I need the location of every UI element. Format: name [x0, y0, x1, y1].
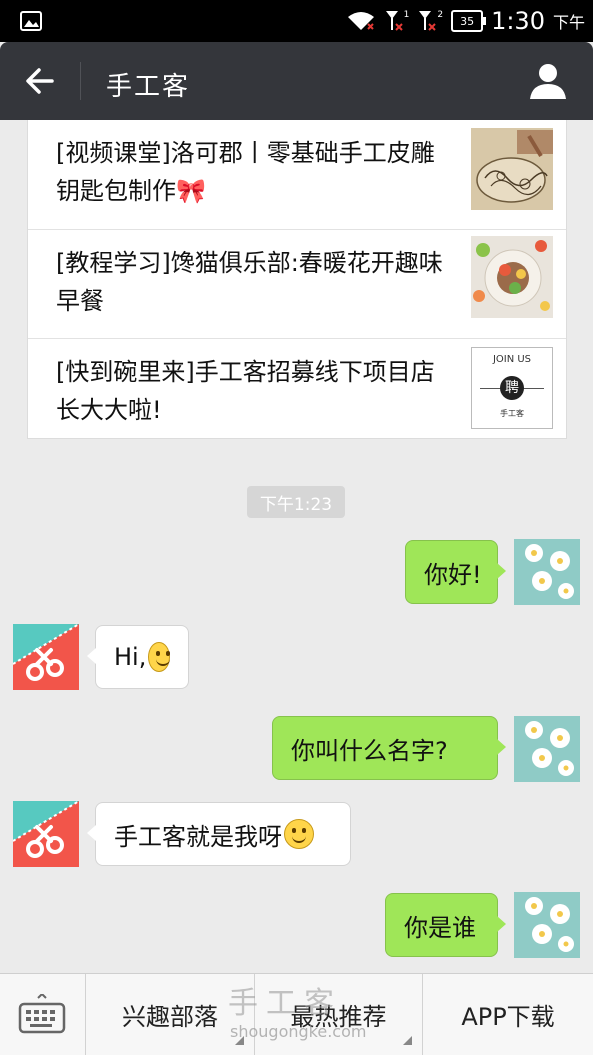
- smiley-emoji-icon: [284, 819, 314, 849]
- gallery-notification-icon: [20, 11, 42, 31]
- keyboard-icon: [18, 994, 66, 1034]
- bot-avatar[interactable]: [13, 624, 79, 690]
- chat-title: 手工客: [106, 72, 191, 102]
- news-item[interactable]: [教程学习]馋猫俱乐部:春暖花开趣味早餐: [28, 229, 566, 339]
- message-text: 手工客就是我呀: [114, 822, 282, 851]
- user-avatar[interactable]: [514, 892, 580, 958]
- message-text: Hi,: [114, 643, 147, 671]
- watermark-logo-text: 手工客: [228, 986, 342, 1021]
- status-bar: 1 2 35 1:30 下午: [0, 0, 593, 42]
- wifi-icon: [347, 12, 374, 30]
- signal-sim2-icon: [419, 11, 437, 31]
- news-title: [视频课堂]洛可郡丨零基础手工皮雕钥匙包制作🎀: [56, 139, 435, 205]
- watermark-url: shougongke.com: [230, 1022, 367, 1041]
- menu-app-download[interactable]: APP下载: [423, 974, 593, 1055]
- submenu-indicator-icon: [403, 1036, 412, 1045]
- clock-ampm: 下午: [552, 13, 585, 32]
- bot-avatar[interactable]: [13, 801, 79, 867]
- message-text: 你好!: [424, 560, 482, 589]
- sim2-label: 2: [437, 10, 444, 20]
- sim1-label: 1: [403, 10, 410, 20]
- message-bubble-out[interactable]: 你是谁: [385, 893, 506, 957]
- message-text: 你是谁: [404, 913, 476, 942]
- back-arrow-icon[interactable]: [22, 63, 58, 99]
- join-us-badge: 聘: [500, 376, 524, 400]
- message-text: 你叫什么名字?: [291, 736, 448, 765]
- news-card: [视频课堂]洛可郡丨零基础手工皮雕钥匙包制作🎀 [教程学习]馋猫俱乐部:春暖花开…: [27, 120, 567, 439]
- title-divider: [80, 62, 81, 100]
- user-avatar[interactable]: [514, 716, 580, 782]
- clock-time: 1:30: [491, 7, 545, 35]
- message-bubble-in[interactable]: 手工客就是我呀: [87, 802, 351, 866]
- message-timestamp: 下午1:23: [247, 486, 345, 518]
- message-bubble-out[interactable]: 你叫什么名字?: [272, 716, 506, 780]
- battery-icon: 35: [451, 10, 487, 32]
- news-item[interactable]: [视频课堂]洛可郡丨零基础手工皮雕钥匙包制作🎀: [28, 120, 566, 229]
- profile-icon[interactable]: [529, 62, 567, 100]
- news-title: [快到碗里来]手工客招募线下项目店长大大啦!: [56, 358, 435, 424]
- news-thumbnail-join-us: JOIN US 聘 手工客: [471, 347, 553, 429]
- keyboard-toggle-button[interactable]: [0, 974, 86, 1055]
- news-title: [教程学习]馋猫俱乐部:春暖花开趣味早餐: [56, 249, 443, 315]
- news-item[interactable]: [快到碗里来]手工客招募线下项目店长大大啦! JOIN US 聘 手工客: [28, 338, 566, 448]
- news-thumbnail-leather: [471, 128, 553, 210]
- message-bubble-in[interactable]: Hi,: [87, 625, 189, 689]
- menu-label: 兴趣部落: [122, 1003, 218, 1031]
- chat-title-bar: 手工客: [0, 42, 593, 120]
- join-us-line1: JOIN US: [492, 354, 532, 365]
- signal-sim1-icon: [385, 11, 403, 31]
- join-us-line2: 手工客: [500, 409, 524, 418]
- news-thumbnail-breakfast: [471, 236, 553, 318]
- smiley-emoji-icon: [148, 642, 170, 672]
- message-bubble-out[interactable]: 你好!: [405, 540, 506, 604]
- menu-label: APP下载: [461, 1003, 555, 1031]
- user-avatar[interactable]: [514, 539, 580, 605]
